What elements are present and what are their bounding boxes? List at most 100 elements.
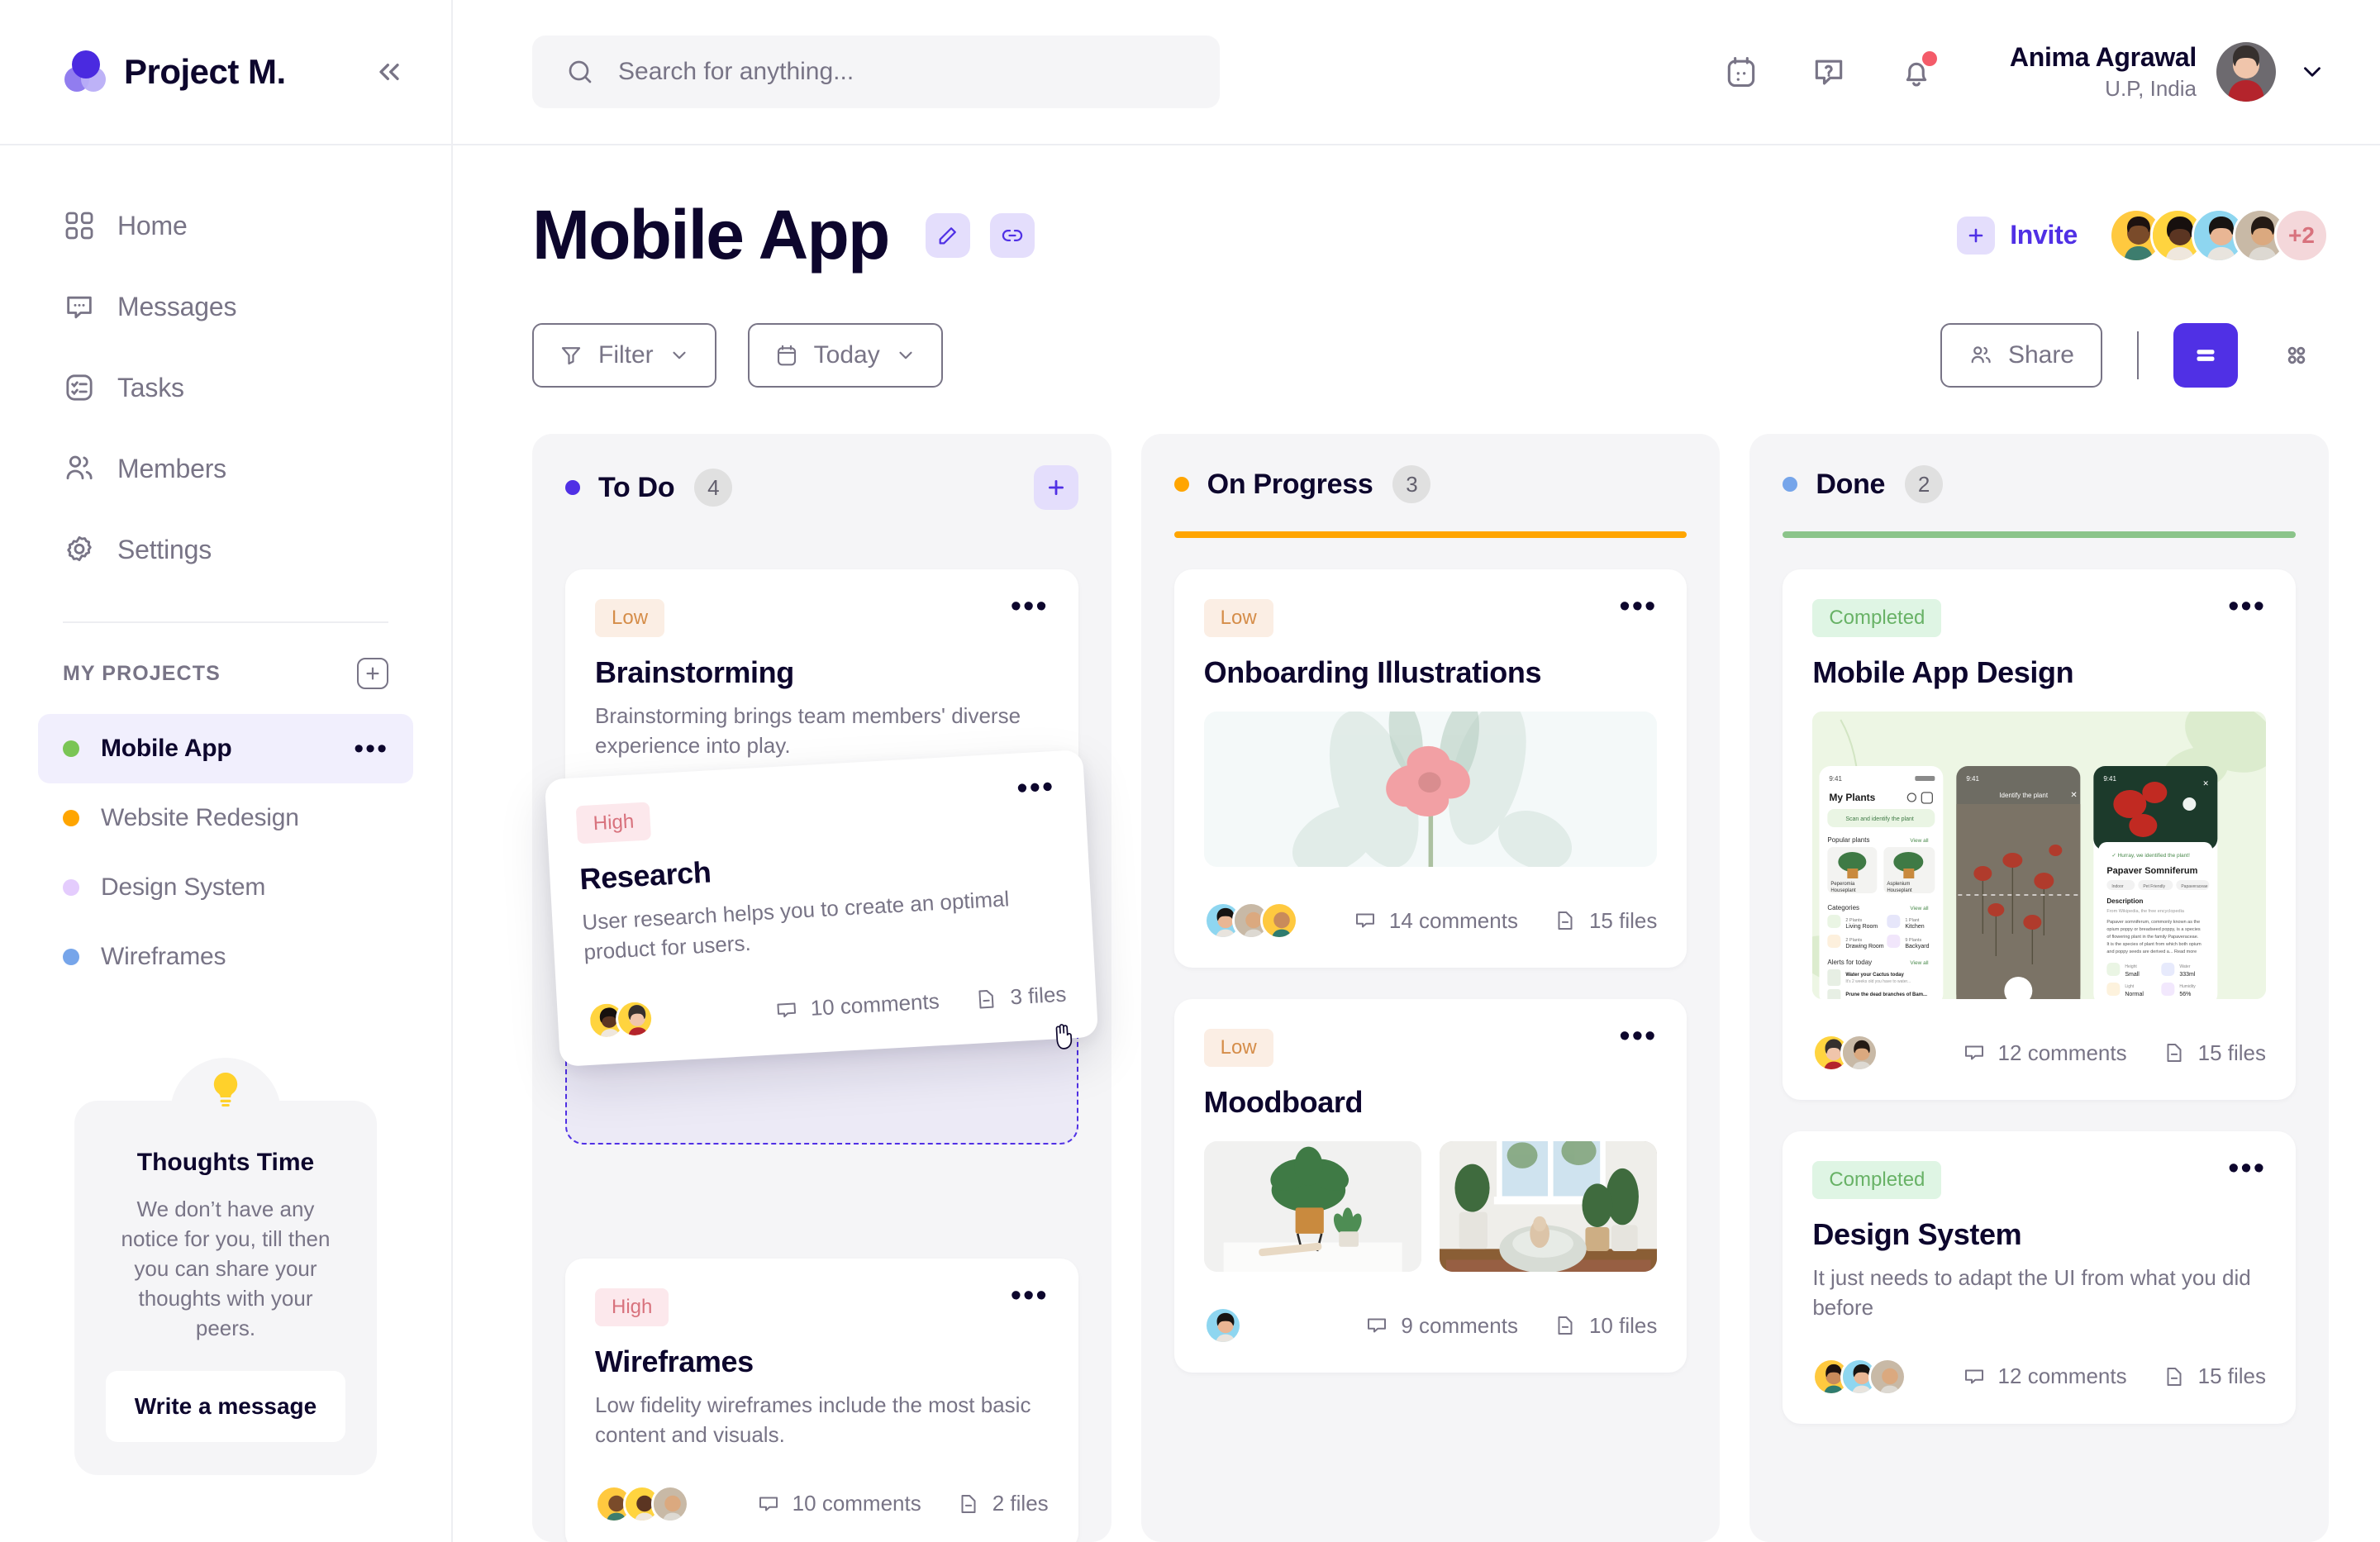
grid-view-icon[interactable] <box>2264 323 2329 388</box>
files-meta: 15 files <box>2162 1040 2266 1066</box>
svg-text:Popular plants: Popular plants <box>1828 836 1870 844</box>
share-label: Share <box>2007 341 2074 369</box>
sidebar-item-home[interactable]: Home <box>0 185 451 266</box>
column-accent-bar <box>1783 531 2297 538</box>
more-dots-icon[interactable]: ••• <box>1011 591 1049 622</box>
sidebar-item-settings[interactable]: Settings <box>0 509 451 590</box>
svg-text:Houseplant: Houseplant <box>1887 888 1913 893</box>
svg-text:✕: ✕ <box>2071 791 2078 800</box>
svg-text:Drawing Room: Drawing Room <box>1846 944 1884 949</box>
svg-text:Prune the dead branches of Bam: Prune the dead branches of Bam... <box>1846 992 1928 997</box>
plus-icon <box>1957 216 1996 255</box>
thoughts-title: Thoughts Time <box>136 1149 315 1176</box>
priority-badge: Low <box>1203 599 1273 637</box>
sidebar-item-label: Home <box>117 210 188 240</box>
collapse-sidebar-button[interactable] <box>370 53 408 91</box>
user-menu[interactable]: Anima Agrawal U.P, India <box>2010 42 2329 102</box>
svg-text:2 Plants: 2 Plants <box>1846 918 1863 923</box>
share-button[interactable]: Share <box>1940 323 2102 388</box>
svg-text:Normal: Normal <box>2125 992 2144 997</box>
priority-badge: Low <box>1203 1029 1273 1067</box>
sidebar-project-wireframes[interactable]: Wireframes <box>38 922 413 992</box>
project-status-dot <box>63 740 79 757</box>
add-project-button[interactable] <box>357 658 388 689</box>
priority-badge: High <box>595 1287 669 1326</box>
svg-text:Papaver Somniferum: Papaver Somniferum <box>2107 866 2198 876</box>
sidebar-project-mobile-app[interactable]: Mobile App ••• <box>38 714 413 783</box>
files-meta: 15 files <box>1553 908 1657 934</box>
svg-text:9:41: 9:41 <box>2104 775 2117 783</box>
column-header: On Progress 3 <box>1173 465 1687 503</box>
sidebar-item-messages[interactable]: Messages <box>0 266 451 347</box>
sidebar-project-website-redesign[interactable]: Website Redesign <box>38 783 413 853</box>
more-dots-icon[interactable]: ••• <box>1619 591 1657 622</box>
calendar-icon[interactable] <box>1719 50 1764 94</box>
sidebar-item-label: Tasks <box>117 372 184 402</box>
task-title: Wireframes <box>595 1344 754 1378</box>
more-dots-icon[interactable]: ••• <box>1619 1021 1657 1052</box>
pencil-icon[interactable] <box>925 212 970 258</box>
sidebar-item-members[interactable]: Members <box>0 428 451 509</box>
task-card-moodboard[interactable]: Low ••• Moodboard 9 comments 10 files <box>1173 999 1687 1373</box>
svg-text:Small: Small <box>2125 972 2140 978</box>
task-card-mobile-app-design[interactable]: Completed ••• Mobile App Design 9:41 My … <box>1783 569 2297 1100</box>
projects-header: MY PROJECTS <box>0 623 451 689</box>
invite-button[interactable]: Invite <box>1957 216 2078 255</box>
project-logo-icon <box>63 50 106 93</box>
svg-text:Peperomia: Peperomia <box>1831 882 1856 887</box>
sidebar-project-design-system[interactable]: Design System <box>38 853 413 922</box>
kanban-board: To Do 4 Low ••• Brainstorming Brainstorm… <box>532 434 2330 1542</box>
filter-button[interactable]: Filter <box>532 323 716 388</box>
toolbar: Filter Today Share <box>532 323 2329 388</box>
status-badge: Completed <box>1812 599 1942 637</box>
task-card-design-system[interactable]: Completed ••• Design System It just need… <box>1783 1131 2297 1424</box>
gear-icon <box>63 533 96 566</box>
link-icon[interactable] <box>989 212 1035 258</box>
svg-text:Pet Friendly: Pet Friendly <box>2144 884 2166 889</box>
task-card-wireframes[interactable]: High ••• Wireframes Low fidelity wirefra… <box>565 1258 1078 1542</box>
invite-label: Invite <box>2010 220 2078 250</box>
page-header: Mobile App Invite +2 <box>532 195 2329 275</box>
column-on-progress: On Progress 3 Low ••• Onboarding Illustr… <box>1140 434 1721 1542</box>
help-icon[interactable] <box>1806 50 1851 94</box>
chevron-down-icon[interactable] <box>2296 55 2329 88</box>
task-description: User research helps you to create an opt… <box>581 886 1010 964</box>
project-label: Design System <box>101 873 266 901</box>
bell-icon[interactable] <box>1894 50 1939 94</box>
sidebar-item-label: Members <box>117 453 226 483</box>
task-card-research-dragging[interactable]: High ••• Research User research helps yo… <box>544 750 1099 1067</box>
task-assignees <box>1812 1034 1879 1072</box>
share-people-icon <box>1968 343 1993 368</box>
priority-badge: High <box>575 802 652 845</box>
today-button[interactable]: Today <box>747 323 943 388</box>
page-title: Mobile App <box>532 196 890 274</box>
user-name: Anima Agrawal <box>2009 42 2197 72</box>
files-count: 10 files <box>1588 1312 1658 1338</box>
column-title: Done <box>1816 468 1886 500</box>
projects-section-title: MY PROJECTS <box>63 661 221 685</box>
add-task-button[interactable] <box>1033 465 1078 510</box>
member-avatars: +2 <box>2109 207 2329 263</box>
task-card-onboarding-illustrations[interactable]: Low ••• Onboarding Illustrations 14 comm… <box>1173 569 1687 968</box>
project-status-dot <box>63 879 79 896</box>
sidebar-item-tasks[interactable]: Tasks <box>0 347 451 428</box>
more-dots-icon[interactable]: ••• <box>2228 591 2266 622</box>
list-view-icon[interactable] <box>2173 323 2238 388</box>
more-dots-icon[interactable]: ••• <box>1011 1280 1049 1311</box>
column-count: 3 <box>1392 465 1431 503</box>
svg-text:Water: Water <box>2180 964 2191 969</box>
svg-text:It is the species of plant fro: It is the species of plant from which bo… <box>2107 942 2202 947</box>
column-cards: Low ••• Onboarding Illustrations 14 comm… <box>1173 569 1687 1373</box>
more-dots-icon[interactable]: ••• <box>1016 769 1055 806</box>
svg-text:opium poppy or breadseed poppy: opium poppy or breadseed poppy, is a spe… <box>2107 927 2202 932</box>
svg-text:Kitchen: Kitchen <box>1906 924 1925 930</box>
project-status-dot <box>63 949 79 965</box>
write-a-message-button[interactable]: Write a message <box>106 1371 345 1443</box>
more-dots-icon[interactable]: ••• <box>2228 1153 2266 1184</box>
people-icon <box>63 452 96 485</box>
task-assignees <box>1203 1306 1242 1344</box>
status-badge: Completed <box>1812 1161 1942 1199</box>
chevron-down-icon <box>669 345 690 366</box>
avatar-overflow-count[interactable]: +2 <box>2274 207 2329 263</box>
search-input[interactable]: Search for anything... <box>532 36 1220 108</box>
